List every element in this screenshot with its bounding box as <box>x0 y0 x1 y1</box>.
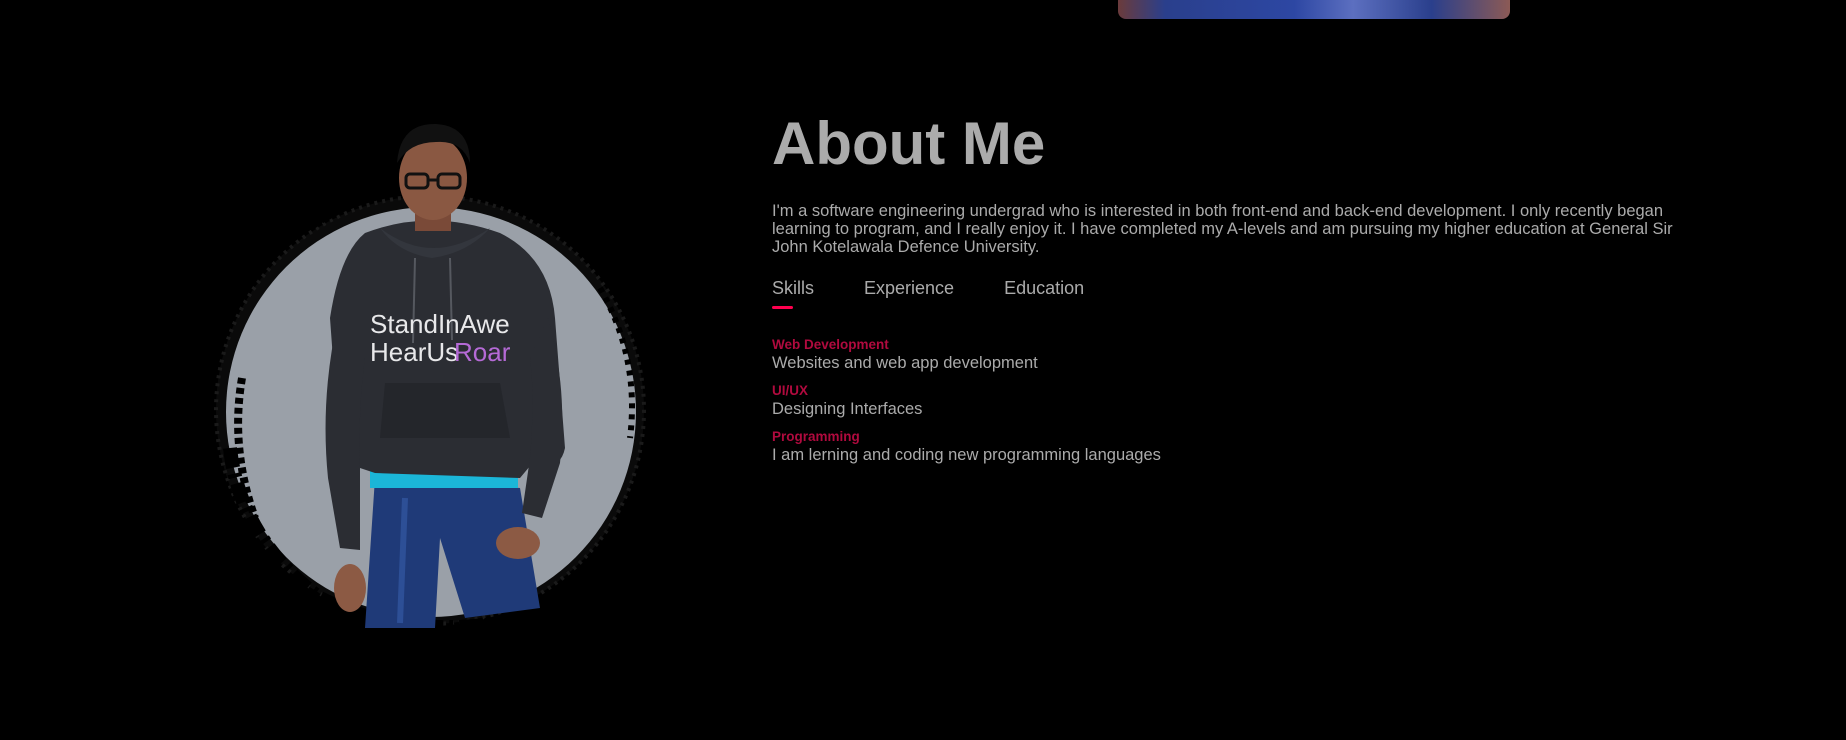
skill-title: UI/UX <box>772 383 809 398</box>
skill-title: Programming <box>772 429 860 444</box>
tab-education[interactable]: Education <box>1004 277 1084 299</box>
profile-photo: StandInAwe HearUs Roar <box>200 118 660 638</box>
list-item: Programming I am lerning and coding new … <box>772 429 1692 465</box>
page-title: About Me <box>772 110 1046 177</box>
tab-experience[interactable]: Experience <box>864 277 954 299</box>
hoodie-text-line2b: Roar <box>454 337 511 367</box>
previous-section-image <box>1118 0 1510 19</box>
skill-description: Websites and web app development <box>772 354 1038 372</box>
about-section: About Me I'm a software engineering unde… <box>772 110 1692 475</box>
skill-title: Web Development <box>772 337 889 352</box>
tab-skills[interactable]: Skills <box>772 277 814 309</box>
about-tabs: Skills Experience Education <box>772 277 1692 309</box>
about-description: I'm a software engineering undergrad who… <box>772 202 1673 256</box>
skills-list: Web Development Websites and web app dev… <box>772 337 1692 465</box>
skill-description: Designing Interfaces <box>772 400 923 418</box>
hoodie-text-line1: StandInAwe <box>370 309 510 339</box>
list-item: Web Development Websites and web app dev… <box>772 337 1692 373</box>
hoodie-text-line2a: HearUs <box>370 337 458 367</box>
skill-description: I am lerning and coding new programming … <box>772 446 1161 464</box>
list-item: UI/UX Designing Interfaces <box>772 383 1692 419</box>
